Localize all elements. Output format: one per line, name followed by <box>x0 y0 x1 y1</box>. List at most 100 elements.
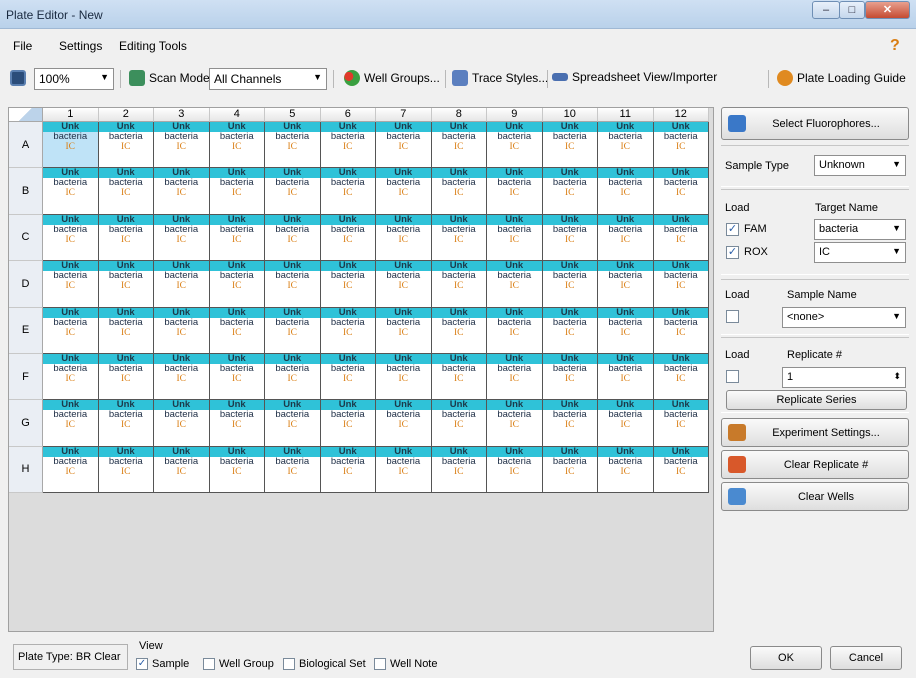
well-A3[interactable]: Unk bacteria IC <box>154 122 210 169</box>
well-D2[interactable]: Unk bacteria IC <box>98 261 154 308</box>
well-G12[interactable]: Unk bacteria IC <box>653 400 709 447</box>
well-F6[interactable]: Unk bacteria IC <box>320 353 376 401</box>
well-H1[interactable]: Unk bacteria IC <box>43 446 99 494</box>
well-H5[interactable]: Unk bacteria IC <box>265 446 321 494</box>
well-B2[interactable]: Unk bacteria IC <box>98 168 154 215</box>
well-E9[interactable]: Unk bacteria IC <box>487 307 543 354</box>
well-B1[interactable]: Unk bacteria IC <box>43 168 99 215</box>
well-G10[interactable]: Unk bacteria IC <box>542 400 598 447</box>
well-D10[interactable]: Unk bacteria IC <box>542 261 598 308</box>
well-A4[interactable]: Unk bacteria IC <box>209 122 265 169</box>
well-H9[interactable]: Unk bacteria IC <box>487 446 543 494</box>
well-C2[interactable]: Unk bacteria IC <box>98 214 154 262</box>
plate-loading-guide-button[interactable]: Plate Loading Guide <box>777 70 906 86</box>
well-D1[interactable]: Unk bacteria IC <box>43 261 99 308</box>
well-D6[interactable]: Unk bacteria IC <box>320 261 376 308</box>
well-H12[interactable]: Unk bacteria IC <box>653 446 709 494</box>
well-A5[interactable]: Unk bacteria IC <box>265 122 321 169</box>
sample-type-select[interactable]: Unknown ▼ <box>814 155 906 176</box>
well-E7[interactable]: Unk bacteria IC <box>376 307 432 354</box>
column-header-9[interactable]: 9 <box>487 108 543 122</box>
well-C11[interactable]: Unk bacteria IC <box>598 214 654 262</box>
ok-button[interactable]: OK <box>750 646 822 670</box>
row-header-A[interactable]: A <box>9 122 43 169</box>
well-B6[interactable]: Unk bacteria IC <box>320 168 376 215</box>
replicate-load-checkbox[interactable] <box>726 370 739 383</box>
well-C6[interactable]: Unk bacteria IC <box>320 214 376 262</box>
well-H6[interactable]: Unk bacteria IC <box>320 446 376 494</box>
close-button[interactable]: ✕ <box>865 1 910 19</box>
column-header-4[interactable]: 4 <box>209 108 265 122</box>
well-H3[interactable]: Unk bacteria IC <box>154 446 210 494</box>
well-F1[interactable]: Unk bacteria IC <box>43 353 99 401</box>
column-header-5[interactable]: 5 <box>265 108 321 122</box>
well-H7[interactable]: Unk bacteria IC <box>376 446 432 494</box>
well-A12[interactable]: Unk bacteria IC <box>653 122 709 169</box>
row-header-C[interactable]: C <box>9 214 43 262</box>
row-header-B[interactable]: B <box>9 168 43 215</box>
column-header-11[interactable]: 11 <box>598 108 654 122</box>
well-C7[interactable]: Unk bacteria IC <box>376 214 432 262</box>
minimize-button[interactable]: – <box>812 1 840 19</box>
well-B7[interactable]: Unk bacteria IC <box>376 168 432 215</box>
well-G9[interactable]: Unk bacteria IC <box>487 400 543 447</box>
well-G8[interactable]: Unk bacteria IC <box>431 400 487 447</box>
well-C3[interactable]: Unk bacteria IC <box>154 214 210 262</box>
column-header-2[interactable]: 2 <box>98 108 154 122</box>
experiment-settings-button[interactable]: Experiment Settings... <box>721 418 909 447</box>
fam-checkbox[interactable]: ✓ <box>726 223 739 236</box>
view-well-group-checkbox[interactable]: Well Group <box>203 658 274 670</box>
scan-mode-select[interactable]: All Channels ▼ <box>209 68 327 90</box>
sample-load-checkbox[interactable] <box>726 310 739 323</box>
well-E10[interactable]: Unk bacteria IC <box>542 307 598 354</box>
replicate-stepper[interactable]: 1 ⬍ <box>782 367 906 388</box>
well-F12[interactable]: Unk bacteria IC <box>653 353 709 401</box>
well-A1[interactable]: Unk bacteria IC <box>43 122 99 169</box>
well-G5[interactable]: Unk bacteria IC <box>265 400 321 447</box>
well-A11[interactable]: Unk bacteria IC <box>598 122 654 169</box>
well-E4[interactable]: Unk bacteria IC <box>209 307 265 354</box>
well-A10[interactable]: Unk bacteria IC <box>542 122 598 169</box>
well-H2[interactable]: Unk bacteria IC <box>98 446 154 494</box>
well-E6[interactable]: Unk bacteria IC <box>320 307 376 354</box>
well-H11[interactable]: Unk bacteria IC <box>598 446 654 494</box>
menu-settings[interactable]: Settings <box>59 39 102 53</box>
well-D8[interactable]: Unk bacteria IC <box>431 261 487 308</box>
column-header-1[interactable]: 1 <box>43 108 99 122</box>
well-C5[interactable]: Unk bacteria IC <box>265 214 321 262</box>
well-B12[interactable]: Unk bacteria IC <box>653 168 709 215</box>
well-G4[interactable]: Unk bacteria IC <box>209 400 265 447</box>
well-F3[interactable]: Unk bacteria IC <box>154 353 210 401</box>
column-header-8[interactable]: 8 <box>431 108 487 122</box>
well-D12[interactable]: Unk bacteria IC <box>653 261 709 308</box>
well-B3[interactable]: Unk bacteria IC <box>154 168 210 215</box>
clear-wells-button[interactable]: Clear Wells <box>721 482 909 511</box>
well-F5[interactable]: Unk bacteria IC <box>265 353 321 401</box>
well-D5[interactable]: Unk bacteria IC <box>265 261 321 308</box>
well-B4[interactable]: Unk bacteria IC <box>209 168 265 215</box>
well-E3[interactable]: Unk bacteria IC <box>154 307 210 354</box>
scan-mode-button[interactable]: Scan Mode <box>129 70 210 86</box>
maximize-button[interactable]: □ <box>839 1 865 19</box>
well-G1[interactable]: Unk bacteria IC <box>43 400 99 447</box>
well-B8[interactable]: Unk bacteria IC <box>431 168 487 215</box>
well-C1[interactable]: Unk bacteria IC <box>43 214 99 262</box>
well-G11[interactable]: Unk bacteria IC <box>598 400 654 447</box>
well-A8[interactable]: Unk bacteria IC <box>431 122 487 169</box>
cancel-button[interactable]: Cancel <box>830 646 902 670</box>
well-B11[interactable]: Unk bacteria IC <box>598 168 654 215</box>
well-B5[interactable]: Unk bacteria IC <box>265 168 321 215</box>
view-well-note-checkbox[interactable]: Well Note <box>374 658 437 670</box>
well-B10[interactable]: Unk bacteria IC <box>542 168 598 215</box>
well-F11[interactable]: Unk bacteria IC <box>598 353 654 401</box>
fam-target-select[interactable]: bacteria ▼ <box>814 219 906 240</box>
well-D9[interactable]: Unk bacteria IC <box>487 261 543 308</box>
well-E1[interactable]: Unk bacteria IC <box>43 307 99 354</box>
rox-checkbox[interactable]: ✓ <box>726 246 739 259</box>
row-header-G[interactable]: G <box>9 400 43 447</box>
well-E11[interactable]: Unk bacteria IC <box>598 307 654 354</box>
row-header-D[interactable]: D <box>9 261 43 308</box>
well-F7[interactable]: Unk bacteria IC <box>376 353 432 401</box>
well-C10[interactable]: Unk bacteria IC <box>542 214 598 262</box>
save-button[interactable] <box>10 70 26 86</box>
